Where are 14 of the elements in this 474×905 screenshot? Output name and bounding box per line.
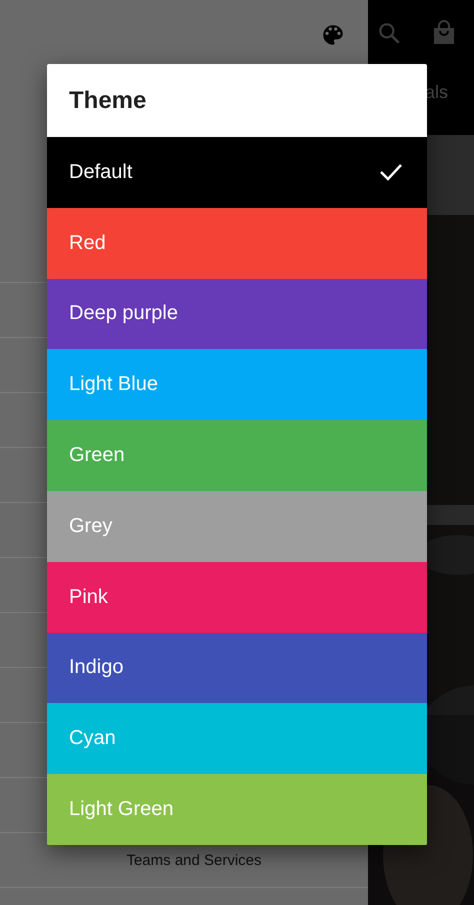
theme-option[interactable]: Green: [47, 420, 427, 491]
theme-option[interactable]: Indigo: [47, 632, 427, 704]
theme-option[interactable]: Pink: [47, 562, 427, 633]
shopping-bag-icon[interactable]: [432, 20, 456, 46]
check-icon: [379, 162, 403, 182]
theme-option[interactable]: Red: [47, 208, 427, 279]
drawer-item[interactable]: Teams and Services: [106, 852, 262, 868]
theme-option[interactable]: Grey: [47, 490, 427, 562]
theme-option[interactable]: Light Green: [47, 774, 427, 845]
theme-option[interactable]: Deep purple: [47, 278, 427, 350]
theme-option[interactable]: Default: [47, 137, 427, 208]
dialog-title: Theme: [68, 86, 148, 116]
theme-option[interactable]: Cyan: [47, 703, 427, 774]
theme-option[interactable]: Light Blue: [47, 349, 427, 420]
